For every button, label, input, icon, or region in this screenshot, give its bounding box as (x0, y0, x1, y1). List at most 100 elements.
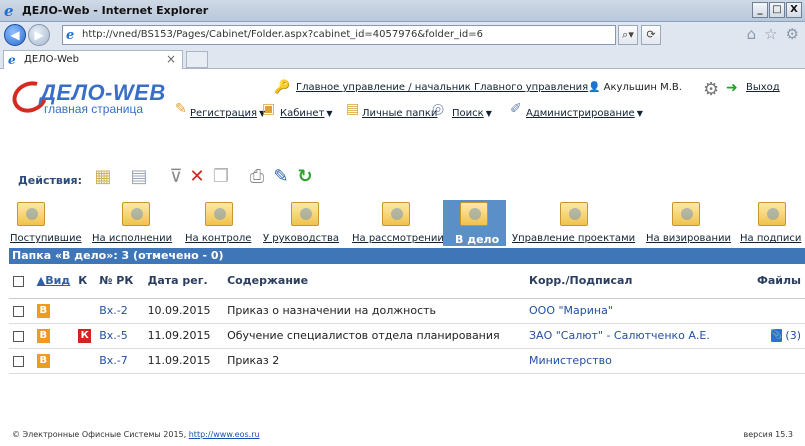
type-badge: В (36, 329, 50, 343)
table-header-row: ▲Вид К № РК Дата рег. Содержание Корр./П… (9, 264, 805, 299)
folder-tab-signature[interactable]: На подписи (740, 200, 802, 246)
row-checkbox[interactable] (13, 305, 24, 317)
reg-date: 10.09.2015 (143, 298, 224, 324)
logo-subtitle: главная страница (44, 102, 144, 116)
attach-icon[interactable]: ✎ (270, 166, 292, 188)
folder-tab-management[interactable]: У руководства (263, 200, 347, 246)
forward-button[interactable]: ▶ (28, 24, 50, 46)
refresh-list-icon[interactable]: ↻ (294, 166, 316, 188)
folder-tab-projects[interactable]: Управление проектами (512, 200, 636, 246)
edit-card-icon[interactable]: ▦ (92, 166, 114, 188)
close-window-button[interactable]: X (786, 2, 802, 18)
menu-administration[interactable]: Администрирование ▼ (526, 108, 643, 119)
folder-management-icon (291, 202, 319, 226)
address-bar[interactable]: e http://vned/BS153/Pages/Cabinet/Folder… (62, 25, 616, 45)
folder-tabs: Поступившие На исполнении На контроле У … (0, 200, 805, 246)
browser-right-icons: ⌂ ☆ ⚙ (747, 25, 799, 43)
corr-cell[interactable]: ООО "Марина" (525, 298, 729, 324)
app-logo[interactable]: ДЕЛО-WEB главная страница (7, 75, 170, 120)
footer: © Электронные Офисные Системы 2015, http… (12, 430, 260, 439)
footer-text: © Электронные Офисные Системы 2015, (12, 430, 187, 439)
rk-number[interactable]: Вх.-5 (95, 323, 144, 349)
folder-consideration-icon (382, 202, 410, 226)
folder-label: На рассмотрении (352, 233, 444, 244)
rk-number[interactable]: Вх.-2 (95, 298, 144, 324)
folder-tab-consideration[interactable]: На рассмотрении (352, 200, 444, 246)
favorites-icon[interactable]: ☆ (764, 25, 777, 43)
folder-tab-on-control[interactable]: На контроле (185, 200, 255, 246)
select-all-cell (9, 264, 33, 299)
folder-tab-incoming[interactable]: Поступившие (0, 200, 82, 246)
folder-signature-icon (758, 202, 786, 226)
content-cell[interactable]: Приказ о назначении на должность (223, 298, 525, 324)
folder-tab-approval[interactable]: На визировании (646, 200, 732, 246)
window-title: ДЕЛО-Web - Internet Explorer (22, 4, 209, 17)
col-content[interactable]: Содержание (223, 264, 525, 299)
menu-cabinet[interactable]: Кабинет ▼ (280, 108, 333, 119)
tab-label: ДЕЛО-Web (24, 54, 79, 65)
content-cell[interactable]: Приказ 2 (223, 348, 525, 374)
files-count[interactable]: (3) (785, 329, 801, 342)
col-k[interactable]: К (74, 264, 96, 299)
menu-personal-folders[interactable]: Личные папки (362, 108, 437, 119)
org-link[interactable]: Главное управление / начальник Главного … (296, 82, 588, 93)
maximize-button[interactable]: □ (769, 2, 785, 18)
files-cell[interactable]: 📎 (3) (728, 323, 805, 349)
user-icon: 👤 (588, 82, 601, 93)
folder-execution-icon (122, 202, 150, 226)
folder-label: На визировании (646, 233, 732, 244)
folder-incoming-icon (17, 202, 45, 226)
row-checkbox[interactable] (13, 355, 24, 367)
copy-icon[interactable]: ❐ (210, 166, 232, 188)
home-icon[interactable]: ⌂ (747, 25, 757, 43)
filter-icon[interactable]: ⊽ (165, 166, 187, 188)
corr-cell[interactable]: Министерство (525, 348, 729, 374)
browser-tab[interactable]: e ДЕЛО-Web × (3, 50, 183, 69)
folder-approval-icon (672, 202, 700, 226)
refresh-button[interactable]: ⟳ (641, 25, 661, 45)
tab-close-icon[interactable]: × (166, 52, 176, 66)
menu-registration[interactable]: Регистрация ▼ (190, 108, 265, 119)
control-badge: К (78, 329, 92, 343)
content-cell[interactable]: Обучение специалистов отдела планировани… (223, 323, 525, 349)
table-row[interactable]: В Вх.-2 10.09.2015 Приказ о назначении н… (9, 298, 805, 324)
address-url: http://vned/BS153/Pages/Cabinet/Folder.a… (82, 29, 484, 40)
rk-number[interactable]: Вх.-7 (95, 348, 144, 374)
folder-label: Управление проектами (512, 233, 636, 244)
folder-label: На исполнении (92, 233, 173, 244)
col-files[interactable]: Файлы (728, 264, 805, 299)
print-icon[interactable]: ⎙ (246, 166, 268, 188)
folder-label: В дело (455, 233, 500, 246)
window-controls: _ □ X (752, 2, 802, 18)
admin-icon: ✐ (510, 101, 522, 117)
table-row[interactable]: В Вх.-7 11.09.2015 Приказ 2 Министерство (9, 348, 805, 374)
back-button[interactable]: ◀ (4, 24, 26, 46)
document-list-icon[interactable]: ▤ (128, 166, 150, 188)
documents-table: ▲Вид К № РК Дата рег. Содержание Корр./П… (9, 264, 805, 374)
key-icon: 🔑 (274, 80, 291, 95)
minimize-button[interactable]: _ (752, 2, 768, 18)
new-tab-button[interactable] (186, 51, 208, 68)
registration-icon: ✎ (175, 101, 187, 117)
corr-cell[interactable]: ЗАО "Салют" - Салютченко А.Е. (525, 323, 729, 349)
gear-icon[interactable]: ⚙ (703, 79, 719, 100)
col-num[interactable]: № РК (95, 264, 144, 299)
folder-tab-in-execution[interactable]: На исполнении (92, 200, 180, 246)
search-dropdown-button[interactable]: ⌕▾ (618, 25, 638, 45)
footer-link[interactable]: http://www.eos.ru (189, 430, 260, 439)
tab-favicon-icon: e (8, 53, 16, 67)
table-row[interactable]: В К Вх.-5 11.09.2015 Обучение специалист… (9, 323, 805, 349)
col-vid[interactable]: ▲Вид (32, 264, 75, 299)
exit-link[interactable]: Выход (746, 82, 780, 93)
col-corr[interactable]: Корр./Подписал (525, 264, 729, 299)
row-checkbox[interactable] (13, 330, 24, 342)
folder-tab-to-file[interactable]: В дело (443, 200, 506, 246)
current-user: 👤 Акульшин М.В. (588, 82, 682, 93)
menu-search[interactable]: Поиск ▼ (452, 108, 492, 119)
delete-icon[interactable]: ✕ (186, 166, 208, 188)
settings-gear-icon[interactable]: ⚙ (786, 25, 799, 43)
select-all-checkbox[interactable] (13, 275, 24, 287)
folder-label: На подписи (740, 233, 802, 244)
folder-projects-icon (560, 202, 588, 226)
col-date[interactable]: Дата рег. (143, 264, 224, 299)
